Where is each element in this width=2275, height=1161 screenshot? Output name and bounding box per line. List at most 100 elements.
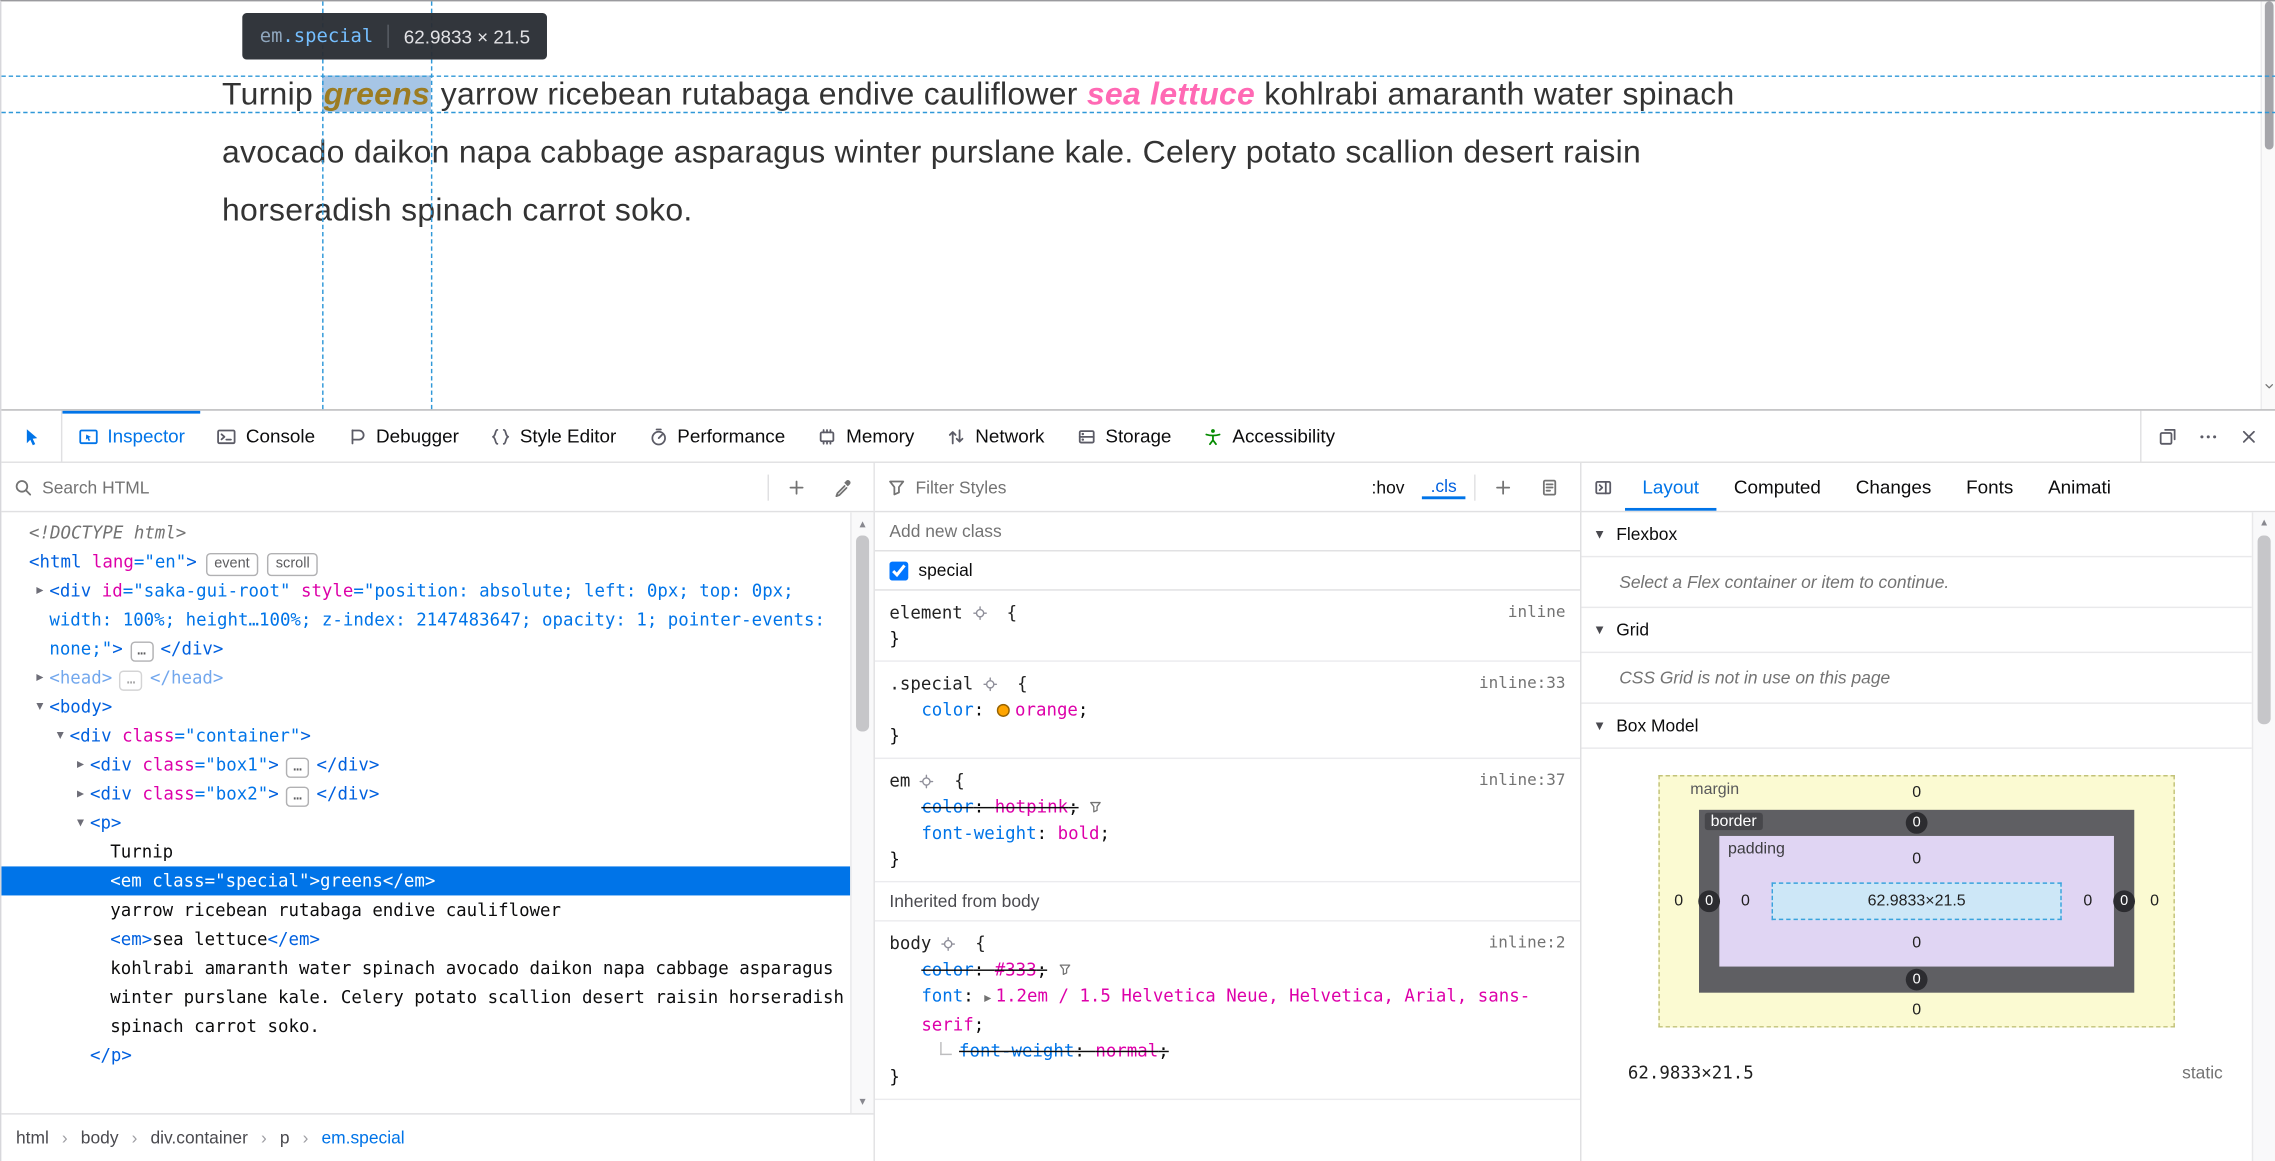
breadcrumb-item-html[interactable]: html xyxy=(16,1128,49,1148)
tab-style-editor[interactable]: Style Editor xyxy=(475,411,632,462)
rule-selector[interactable]: em xyxy=(889,768,910,794)
rule-selector[interactable]: .special xyxy=(889,671,973,697)
sidebar-toggle-icon[interactable] xyxy=(1581,463,1625,511)
node-text-yarrow[interactable]: yarrow ricebean rutabaga endive cauliflo… xyxy=(1,895,850,924)
expand-twisty-icon[interactable]: ▶ xyxy=(30,576,49,605)
markup-scrollbar-thumb[interactable] xyxy=(856,535,870,732)
toggle-pseudo-classes-button[interactable]: :hov xyxy=(1363,477,1413,497)
selector-target-icon[interactable] xyxy=(940,935,956,951)
undock-button[interactable] xyxy=(2147,416,2188,457)
overridden-funnel-icon[interactable] xyxy=(1057,962,1072,977)
toggle-classes-button[interactable]: .cls xyxy=(1421,475,1466,499)
scroll-up-arrow-icon[interactable]: ▲ xyxy=(852,518,874,530)
collapse-twisty-icon[interactable]: ▼ xyxy=(30,692,49,721)
sidebar-scrollbar-thumb[interactable] xyxy=(2257,535,2271,725)
node-badge[interactable]: event xyxy=(205,552,259,577)
box-model-content-box[interactable]: 62.9833×21.5 xyxy=(1771,882,2062,921)
rule-source-link[interactable]: inline:2 xyxy=(1489,930,1566,956)
scroll-up-arrow-icon[interactable]: ▲ xyxy=(2253,518,2275,528)
sidebar-tab-layout[interactable]: Layout xyxy=(1625,463,1717,511)
padding-top-value[interactable]: 0 xyxy=(1912,850,1921,867)
tab-storage[interactable]: Storage xyxy=(1060,411,1187,462)
declaration-color[interactable]: color: #333; xyxy=(889,956,1565,982)
declaration-font-weight[interactable]: font-weight: normal; xyxy=(889,1038,1565,1064)
tab-console[interactable]: Console xyxy=(201,411,331,462)
breadcrumb-item-div.container[interactable]: div.container xyxy=(150,1128,247,1148)
add-new-class-input[interactable] xyxy=(889,521,1566,542)
tab-debugger[interactable]: Debugger xyxy=(331,411,475,462)
sidebar-tab-animations[interactable]: Animati xyxy=(2031,463,2129,511)
tab-overflow-chevron-icon[interactable] xyxy=(2252,463,2275,511)
collapse-twisty-icon[interactable]: ▼ xyxy=(71,808,90,837)
sidebar-tab-computed[interactable]: Computed xyxy=(1716,463,1838,511)
declaration-color[interactable]: color: orange; xyxy=(889,697,1565,723)
page-scrollbar[interactable] xyxy=(2260,1,2275,410)
breadcrumb-item-p[interactable]: p xyxy=(280,1128,290,1148)
node-picker-button[interactable] xyxy=(1,410,63,462)
node-p-close[interactable]: </p> xyxy=(1,1041,850,1070)
color-swatch[interactable] xyxy=(996,703,1010,717)
sidebar-scrollbar[interactable]: ▲ xyxy=(2251,512,2275,1161)
rule-source-link[interactable]: inline:33 xyxy=(1479,671,1565,697)
margin-left-value[interactable]: 0 xyxy=(1674,893,1683,910)
rule-source-link[interactable]: inline:37 xyxy=(1479,768,1565,794)
border-top-value[interactable]: 0 xyxy=(1905,812,1928,834)
breadcrumb-item-em.special[interactable]: em.special xyxy=(321,1128,404,1148)
rule-selector[interactable]: element xyxy=(889,599,962,625)
selector-target-icon[interactable] xyxy=(919,773,935,789)
selector-target-icon[interactable] xyxy=(971,604,987,620)
expand-twisty-icon[interactable]: ▶ xyxy=(71,779,90,808)
node-badge[interactable]: scroll xyxy=(267,552,319,577)
declaration-color[interactable]: color: hotpink; xyxy=(889,794,1565,820)
border-bottom-value[interactable]: 0 xyxy=(1905,968,1928,991)
chevron-down-icon[interactable] xyxy=(2262,374,2275,400)
padding-bottom-value[interactable]: 0 xyxy=(1912,935,1921,952)
border-right-value[interactable]: 0 xyxy=(2113,890,2135,913)
expand-twisty-icon[interactable]: ▶ xyxy=(30,663,49,692)
markup-scrollbar[interactable]: ▲ ▼ xyxy=(850,512,874,1114)
selector-target-icon[interactable] xyxy=(982,676,998,692)
node-div-container[interactable]: ▼ <div class="container"> xyxy=(1,721,850,750)
expand-twisty-icon[interactable]: ▶ xyxy=(71,750,90,779)
add-node-button[interactable] xyxy=(778,468,816,506)
node-div-box2[interactable]: ▶ <div class="box2"> … </div> xyxy=(1,779,850,808)
tab-memory[interactable]: Memory xyxy=(801,411,930,462)
page-scrollbar-thumb[interactable] xyxy=(2264,1,2274,150)
menu-button[interactable] xyxy=(2188,416,2229,457)
node-html[interactable]: <html lang="en"> event scroll xyxy=(1,547,850,577)
box-model-section-header[interactable]: ▼ Box Model xyxy=(1581,704,2252,749)
padding-left-value[interactable]: 0 xyxy=(1741,893,1750,910)
declaration-font[interactable]: font: ▶ 1.2em / 1.5 Helvetica Neue, Helve… xyxy=(889,983,1565,1038)
node-text-turnip[interactable]: Turnip xyxy=(1,837,850,866)
node-p[interactable]: ▼ <p> xyxy=(1,808,850,837)
rule-selector[interactable]: body xyxy=(889,930,931,956)
collapse-twisty-icon[interactable]: ▼ xyxy=(51,721,70,750)
tab-inspector[interactable]: Inspector xyxy=(62,410,202,462)
print-simulation-button[interactable] xyxy=(1531,468,1569,506)
rule-source-link[interactable]: inline xyxy=(1508,599,1566,625)
tab-network[interactable]: Network xyxy=(930,411,1060,462)
margin-bottom-value[interactable]: 0 xyxy=(1912,1001,1921,1018)
class-toggle-checkbox[interactable] xyxy=(889,560,909,580)
expand-shorthand-icon[interactable]: ▶ xyxy=(984,991,991,1004)
border-left-value[interactable]: 0 xyxy=(1698,890,1721,913)
margin-right-value[interactable]: 0 xyxy=(2150,893,2159,910)
overridden-funnel-icon[interactable] xyxy=(1089,800,1104,815)
grid-section-header[interactable]: ▼ Grid xyxy=(1581,608,2252,654)
node-div-saka-gui-root[interactable]: ▶ <div id="saka-gui-root" style="position… xyxy=(1,576,850,663)
search-html-input[interactable] xyxy=(42,476,759,498)
sidebar-tab-changes[interactable]: Changes xyxy=(1838,463,1948,511)
close-devtools-button[interactable] xyxy=(2229,416,2270,457)
breadcrumb-item-body[interactable]: body xyxy=(81,1128,119,1148)
node-doctype[interactable]: <!DOCTYPE html> xyxy=(1,518,850,547)
margin-top-value[interactable]: 0 xyxy=(1912,784,1921,801)
node-text-kohlrabi[interactable]: kohlrabi amaranth water spinach avocado … xyxy=(1,954,850,1041)
padding-right-value[interactable]: 0 xyxy=(2083,893,2092,910)
scroll-down-arrow-icon[interactable]: ▼ xyxy=(852,1096,874,1108)
node-head[interactable]: ▶ <head> … </head> xyxy=(1,663,850,692)
node-em-special[interactable]: <em class="special">greens</em> xyxy=(1,866,851,896)
sidebar-tab-fonts[interactable]: Fonts xyxy=(1949,463,2031,511)
node-body[interactable]: ▼ <body> xyxy=(1,692,850,721)
node-div-box1[interactable]: ▶ <div class="box1"> … </div> xyxy=(1,750,850,779)
tab-performance[interactable]: Performance xyxy=(632,411,801,462)
